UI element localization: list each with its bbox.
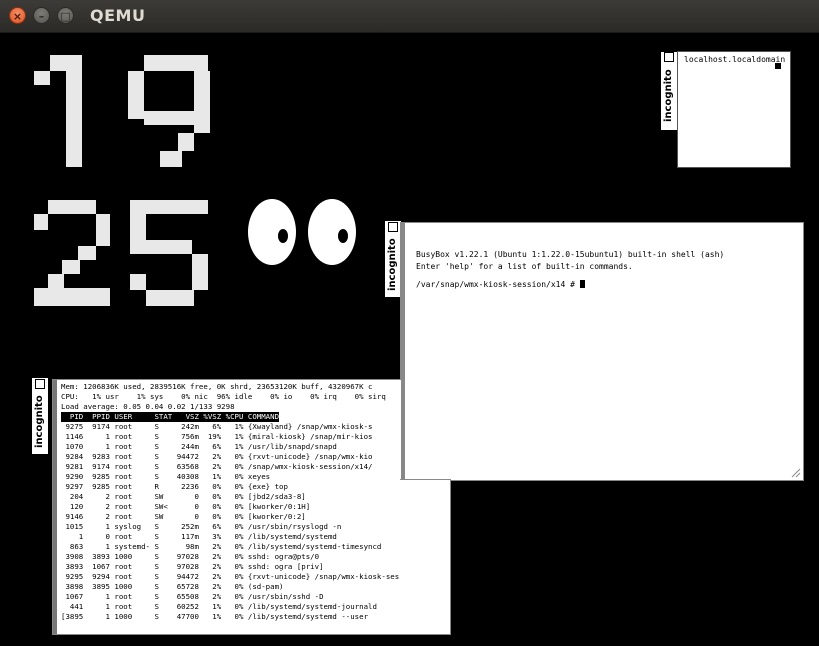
top-window[interactable]: Mem: 1206836K used, 2839516K free, 0K sh… — [52, 379, 402, 635]
top-process-row: 441 1 root S 60252 1% 0% /lib/systemd/sy… — [61, 602, 377, 611]
top-process-row: 9284 9283 root S 94472 2% 0% {rxvt-unico… — [61, 452, 373, 461]
top-column-header: PID PPID USER STAT VSZ %VSZ %CPU COMMAND — [61, 412, 280, 422]
top-process-row: 9281 9174 root S 63568 2% 0% /snap/wmx-k… — [61, 462, 373, 471]
top-summary-line: Mem: 1206836K used, 2839516K free, 0K sh… — [61, 382, 373, 391]
top-process-row: 863 1 systemd- S 98m 2% 0% /lib/systemd/… — [61, 542, 382, 551]
close-button[interactable]: × — [9, 7, 26, 24]
terminal-line: Enter 'help' for a list of built-in comm… — [416, 262, 633, 271]
tab-close-icon[interactable] — [664, 52, 674, 62]
left-eye-icon — [248, 199, 296, 265]
maximize-button[interactable]: □ — [57, 7, 74, 24]
top-process-row: 1067 1 root S 65508 2% 0% /usr/sbin/sshd… — [61, 592, 324, 601]
top-process-row: [3895 1 1000 S 47700 1% 0% /lib/systemd/… — [61, 612, 369, 621]
top-summary-line: Load average: 0.05 0.04 0.02 1/133 9298 — [61, 402, 235, 411]
top-process-row: 3898 3895 1000 S 65728 2% 0% (sd-pam) — [61, 582, 284, 591]
terminal-window[interactable]: BusyBox v1.22.1 (Ubuntu 1:1.22.0-15ubunt… — [400, 222, 804, 481]
terminal-prompt[interactable]: /var/snap/wmx-kiosk-session/x14 # — [416, 280, 585, 289]
window-title: QEMU — [90, 6, 146, 25]
top-process-row: 1 0 root S 117m 3% 0% /lib/systemd/syste… — [61, 532, 337, 541]
tab-close-icon[interactable] — [388, 222, 398, 232]
top-process-row: 1015 1 syslog S 252m 6% 0% /usr/sbin/rsy… — [61, 522, 342, 531]
tab-label: incognito — [387, 238, 398, 291]
right-eye-icon — [308, 199, 356, 265]
top-window-overflow — [400, 479, 451, 635]
top-process-row: 9297 9285 root R 2236 0% 0% {exe} top — [61, 482, 288, 491]
close-icon: × — [12, 10, 23, 23]
clock-minutes — [34, 200, 208, 306]
left-pupil-icon — [278, 229, 288, 243]
window-titlebar[interactable]: × – □ QEMU — [0, 0, 819, 33]
top-scrollbar[interactable] — [53, 380, 57, 634]
top-process-row: 9146 2 root SW 0 0% 0% [kworker/0:2] — [61, 512, 306, 521]
top-process-row: 9275 9174 root S 242m 6% 1% {Xwayland} /… — [61, 422, 373, 431]
hostname-text: localhost.localdomain — [684, 55, 786, 64]
top-tab[interactable]: incognito — [31, 377, 49, 455]
tab-label: incognito — [663, 69, 674, 122]
hostname-tab[interactable]: incognito — [660, 51, 678, 131]
hostname-cursor — [775, 63, 781, 69]
top-process-row: 3908 3893 1000 S 97028 2% 0% sshd: ogra@… — [61, 552, 320, 561]
top-process-row: 120 2 root SW< 0 0% 0% [kworker/0:1H] — [61, 502, 311, 511]
hostname-window[interactable]: localhost.localdomain — [677, 51, 791, 168]
top-process-row: 9290 9285 root S 40308 1% 0% xeyes — [61, 472, 271, 481]
top-process-row: 204 2 root SW 0 0% 0% [jbd2/sda3-8] — [61, 492, 306, 501]
text-cursor — [579, 280, 585, 288]
tab-label: incognito — [34, 395, 45, 448]
tab-close-icon[interactable] — [35, 379, 45, 389]
minimize-icon: – — [38, 10, 45, 23]
clock-hours — [34, 55, 210, 167]
prompt-text: /var/snap/wmx-kiosk-session/x14 # — [416, 280, 580, 289]
terminal-line: BusyBox v1.22.1 (Ubuntu 1:1.22.0-15ubunt… — [416, 250, 725, 259]
right-pupil-icon — [338, 229, 348, 243]
top-process-row: 3893 1067 root S 97028 2% 0% sshd: ogra … — [61, 562, 324, 571]
top-process-row: 9295 9294 root S 94472 2% 0% {rxvt-unico… — [61, 572, 402, 581]
top-summary-line: CPU: 1% usr 1% sys 0% nic 96% idle 0% io… — [61, 392, 386, 401]
resize-grip-icon[interactable] — [791, 468, 801, 478]
maximize-icon: □ — [60, 10, 71, 23]
xeyes — [248, 199, 356, 265]
top-process-row: 1070 1 root S 244m 6% 1% /usr/lib/snapd/… — [61, 442, 337, 451]
top-process-row: 1146 1 root S 756m 19% 1% {miral-kiosk} … — [61, 432, 373, 441]
minimize-button[interactable]: – — [33, 7, 50, 24]
